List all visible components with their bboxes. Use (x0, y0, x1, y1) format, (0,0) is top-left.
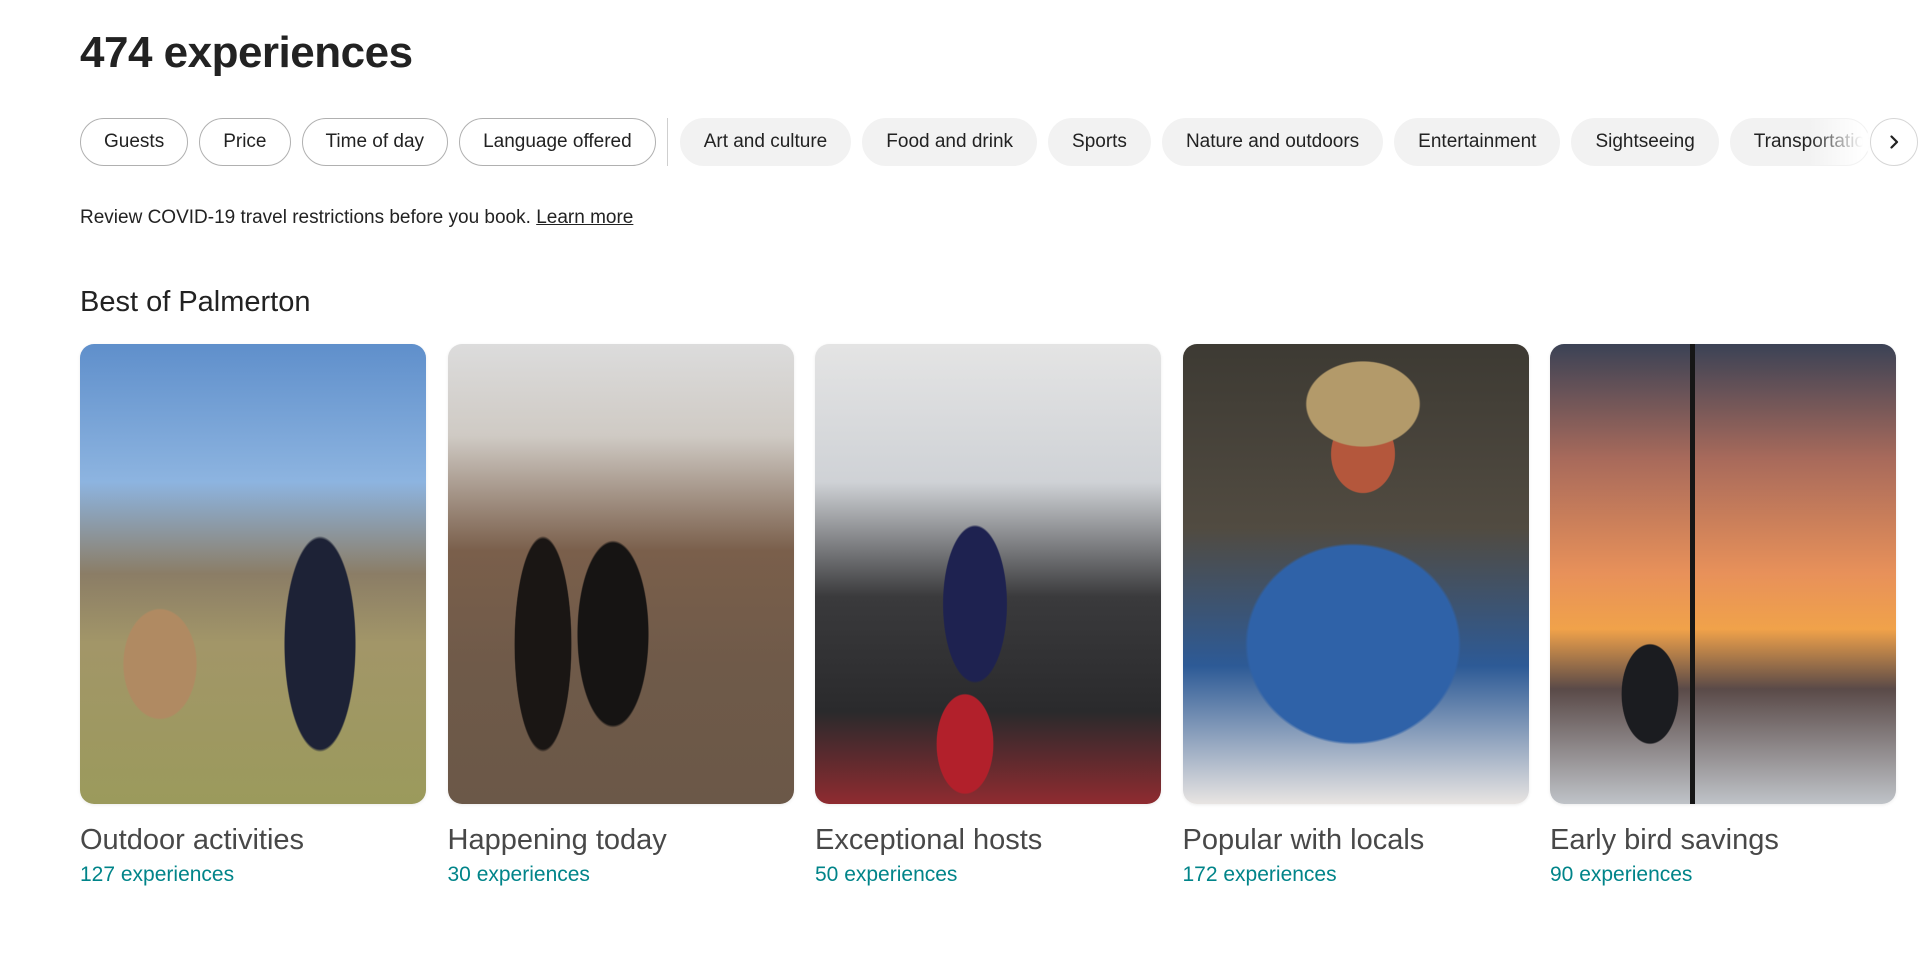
filter-language-button[interactable]: Language offered (459, 118, 656, 166)
learn-more-link[interactable]: Learn more (536, 207, 633, 228)
card-image[interactable] (80, 344, 426, 804)
card-image[interactable] (815, 344, 1161, 804)
covid-notice: Review COVID-19 travel restrictions befo… (80, 207, 633, 229)
category-art-and-culture[interactable]: Art and culture (679, 118, 852, 166)
filter-guests-button[interactable]: Guests (80, 118, 189, 166)
card-outdoor-activities[interactable]: Outdoor activities 127 experiences (80, 344, 426, 887)
card-count: 50 experiences (815, 863, 958, 886)
category-transportation[interactable]: Transportation (1729, 118, 1870, 166)
category-sightseeing[interactable]: Sightseeing (1571, 118, 1719, 166)
experience-cards: Outdoor activities 127 experiences Happe… (80, 344, 1918, 887)
category-food-and-drink[interactable]: Food and drink (862, 118, 1038, 166)
category-sports[interactable]: Sports (1048, 118, 1151, 166)
card-count: 127 experiences (80, 863, 235, 886)
card-title[interactable]: Happening today (448, 824, 794, 857)
filter-scroll-next-button[interactable] (1870, 118, 1918, 166)
card-image[interactable] (447, 344, 794, 804)
card-happening-today[interactable]: Happening today 30 experiences (447, 344, 794, 887)
filter-time-of-day-button[interactable]: Time of day (301, 118, 449, 166)
card-early-bird-savings[interactable]: Early bird savings 90 experiences (1550, 344, 1896, 887)
page-title: 474 experiences (80, 28, 413, 77)
card-title[interactable]: Early bird savings (1550, 824, 1896, 857)
covid-notice-text: Review COVID-19 travel restrictions befo… (80, 207, 531, 228)
sailboat-mast (1690, 344, 1695, 804)
card-image[interactable] (1182, 344, 1529, 804)
card-count: 30 experiences (447, 863, 590, 886)
section-title: Best of Palmerton (80, 286, 311, 318)
card-title[interactable]: Exceptional hosts (815, 824, 1161, 857)
card-title[interactable]: Popular with locals (1183, 824, 1529, 857)
card-count: 90 experiences (1550, 863, 1693, 886)
card-popular-with-locals[interactable]: Popular with locals 172 experiences (1182, 344, 1529, 887)
filter-divider (666, 118, 668, 166)
card-exceptional-hosts[interactable]: Exceptional hosts 50 experiences (815, 344, 1161, 887)
filter-bar: Guests Price Time of day Language offere… (80, 118, 1920, 166)
filter-price-button[interactable]: Price (199, 118, 291, 166)
card-image[interactable] (1550, 344, 1896, 804)
card-title[interactable]: Outdoor activities (80, 824, 426, 857)
category-entertainment[interactable]: Entertainment (1394, 118, 1561, 166)
card-count: 172 experiences (1182, 863, 1337, 886)
chevron-right-icon (1890, 135, 1899, 149)
category-nature-and-outdoors[interactable]: Nature and outdoors (1161, 118, 1384, 166)
